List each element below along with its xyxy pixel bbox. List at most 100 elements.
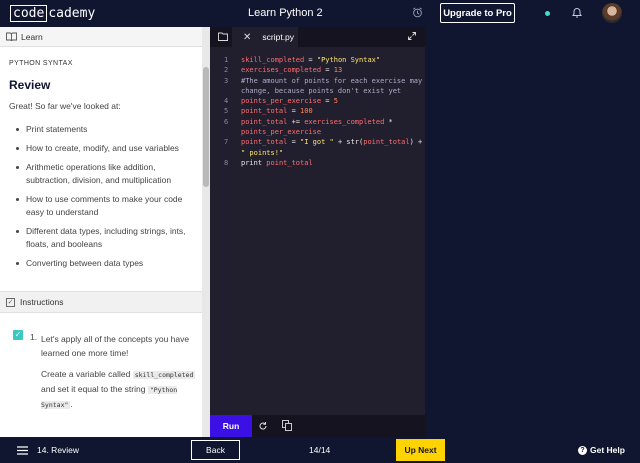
list-item: Print statements bbox=[16, 123, 194, 136]
code-token: print bbox=[241, 158, 267, 167]
lesson-panel: Learn PYTHON SYNTAX Review Great! So far… bbox=[0, 27, 202, 437]
get-help-label: Get Help bbox=[590, 445, 625, 455]
editor-footer: Run bbox=[210, 415, 425, 437]
code-token: " points!" bbox=[241, 148, 284, 157]
line-number: 6 bbox=[224, 117, 229, 126]
code-token: 100 bbox=[300, 107, 313, 116]
code-token: exercises_completed bbox=[241, 66, 322, 75]
code-token: "I got " bbox=[300, 138, 334, 147]
status-dot bbox=[545, 11, 550, 16]
progress-counter: 14/14 bbox=[309, 445, 331, 455]
lesson-scrollbar[interactable] bbox=[202, 27, 210, 437]
copy-icon[interactable] bbox=[282, 420, 292, 431]
lesson-intro: Great! So far we've looked at: bbox=[9, 101, 121, 111]
expand-icon[interactable] bbox=[408, 32, 416, 40]
tab-label: script.py bbox=[262, 32, 295, 42]
code-line[interactable]: 7 point_total = "I got " + str(point_tota… bbox=[210, 137, 425, 158]
line-number: 8 bbox=[224, 158, 229, 167]
list-item: Arithmetic operations like addition, sub… bbox=[16, 161, 194, 187]
book-icon bbox=[6, 32, 17, 41]
logo-cademy: cademy bbox=[48, 6, 96, 21]
code-token: point_total bbox=[266, 158, 313, 167]
lesson-subtitle: PYTHON SYNTAX bbox=[9, 60, 73, 67]
code-token: point_total bbox=[241, 117, 288, 126]
task-complete-check: ✓ bbox=[13, 330, 23, 340]
output-panel bbox=[425, 27, 640, 437]
code-token: = bbox=[321, 97, 334, 106]
code-token: * bbox=[384, 117, 393, 126]
task-text: Let's apply all of the concepts you have… bbox=[41, 334, 190, 358]
editor-tab-bar: ✕ script.py bbox=[210, 27, 425, 47]
code-token: points_per_exercise bbox=[241, 97, 322, 106]
code-editor: ✕ script.py 1 skill_completed = "Python S… bbox=[210, 27, 425, 437]
upgrade-button[interactable]: Upgrade to Pro bbox=[440, 3, 515, 23]
task-detail: Create a variable called skill_completed… bbox=[41, 367, 196, 412]
files-icon[interactable] bbox=[218, 32, 228, 41]
code-token: = bbox=[287, 107, 301, 116]
code-token: exercises_completed bbox=[304, 117, 385, 126]
code-token: = bbox=[287, 138, 301, 147]
code-token: 5 bbox=[333, 97, 338, 106]
review-list: Print statements How to create, modify, … bbox=[16, 123, 194, 276]
list-item: Converting between data types bbox=[16, 257, 194, 270]
line-number: 3 bbox=[224, 76, 229, 85]
code-token: point_total bbox=[363, 138, 410, 147]
get-help-button[interactable]: ? Get Help bbox=[578, 445, 625, 455]
instructions-header: ✓ Instructions bbox=[0, 291, 202, 313]
inline-code: skill_completed bbox=[132, 371, 196, 379]
code-token: = bbox=[304, 56, 317, 64]
code-token: skill_completed bbox=[241, 56, 305, 64]
task-detail-text: . bbox=[70, 399, 73, 409]
reset-icon[interactable] bbox=[258, 421, 268, 431]
bell-icon[interactable] bbox=[571, 6, 583, 19]
list-item: How to create, modify, and use variables bbox=[16, 142, 194, 155]
alarm-icon[interactable] bbox=[412, 7, 423, 18]
codecademy-logo[interactable]: code cademy bbox=[10, 5, 96, 22]
line-number: 2 bbox=[224, 66, 229, 75]
top-bar: code cademy Learn Python 2 Upgrade to Pro bbox=[0, 0, 640, 27]
learn-label: Learn bbox=[21, 31, 43, 42]
code-token: #The amount of points for each exercise … bbox=[241, 76, 423, 95]
learn-header: Learn bbox=[0, 27, 202, 47]
logo-code: code bbox=[10, 5, 48, 22]
current-lesson-label[interactable]: 14. Review bbox=[37, 445, 79, 455]
list-item: How to use comments to make your code ea… bbox=[16, 193, 194, 219]
close-icon[interactable]: ✕ bbox=[243, 32, 251, 43]
up-next-button[interactable]: Up Next bbox=[396, 439, 445, 461]
code-token: point_total bbox=[241, 138, 288, 147]
code-line[interactable]: 8 print point_total bbox=[210, 158, 425, 168]
line-number: 5 bbox=[224, 107, 229, 116]
task-number: 1. bbox=[30, 332, 38, 342]
back-button[interactable]: Back bbox=[191, 440, 240, 460]
code-token: = bbox=[321, 66, 334, 75]
code-token: ) + bbox=[409, 138, 423, 147]
run-button[interactable]: Run bbox=[210, 415, 252, 437]
code-token: point_total bbox=[241, 107, 288, 116]
code-line[interactable]: 5 point_total = 100 bbox=[210, 106, 425, 116]
code-line[interactable]: 6 point_total += exercises_completed * po… bbox=[210, 117, 425, 138]
scrollbar-thumb[interactable] bbox=[203, 67, 209, 187]
line-number: 1 bbox=[224, 56, 229, 64]
code-line[interactable]: 3 #The amount of points for each exercise… bbox=[210, 76, 425, 97]
task-detail-text: and set it equal to the string bbox=[41, 384, 146, 394]
task-detail-text: Create a variable called bbox=[41, 369, 131, 379]
instructions-label: Instructions bbox=[20, 297, 64, 307]
code-token: "Python Syntax" bbox=[316, 56, 381, 64]
list-item: Different data types, including strings,… bbox=[16, 225, 194, 251]
code-line[interactable]: 4 points_per_exercise = 5 bbox=[210, 96, 425, 106]
course-title: Learn Python 2 bbox=[248, 7, 323, 19]
tab-script-py[interactable]: ✕ script.py bbox=[232, 27, 298, 47]
lesson-title: Review bbox=[9, 78, 51, 92]
line-number: 4 bbox=[224, 97, 229, 106]
code-token: points_per_exercise bbox=[241, 128, 322, 137]
menu-icon[interactable] bbox=[17, 446, 28, 455]
code-token: + str( bbox=[333, 138, 364, 147]
code-line[interactable]: 1 skill_completed = "Python Syntax" bbox=[210, 55, 425, 65]
line-number: 7 bbox=[224, 138, 229, 147]
help-icon: ? bbox=[578, 445, 587, 455]
avatar[interactable] bbox=[602, 3, 622, 23]
code-line[interactable]: 2 exercises_completed = 13 bbox=[210, 65, 425, 75]
code-area[interactable]: 1 skill_completed = "Python Syntax" 2 exerc… bbox=[210, 55, 425, 168]
code-token: 13 bbox=[333, 66, 343, 75]
bottom-bar: 14. Review Back 14/14 Up Next ? Get Help bbox=[0, 437, 640, 463]
